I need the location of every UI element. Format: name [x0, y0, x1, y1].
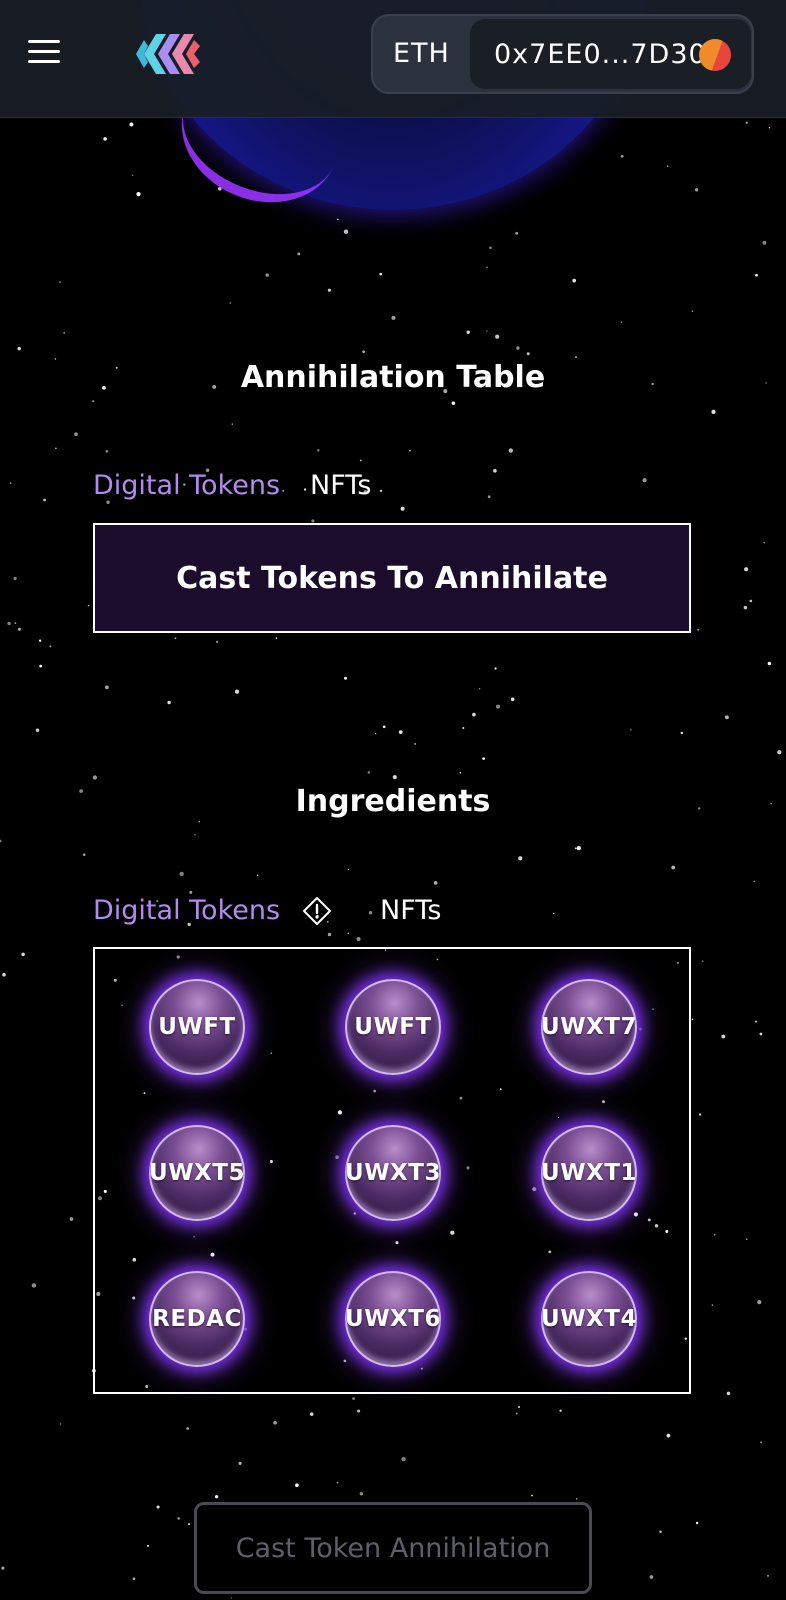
annihilation-table-title: Annihilation Table [240, 360, 546, 395]
geometric-logo-icon[interactable] [132, 28, 208, 80]
token-item[interactable]: UWXT6 [345, 1271, 441, 1367]
ingredients-tabs: Digital Tokens NFTs [93, 895, 441, 926]
token-label: UWXT7 [541, 1014, 637, 1040]
wallet-address-text: 0x7EE0...7D30 [494, 39, 707, 70]
token-item[interactable]: UWXT4 [541, 1271, 637, 1367]
token-item[interactable]: UWXT5 [149, 1125, 245, 1221]
ingredients-title: Ingredients [295, 784, 491, 819]
tab-ingredients-digital-tokens[interactable]: Digital Tokens [93, 895, 280, 926]
token-item[interactable]: REDAC [149, 1271, 245, 1367]
token-label: UWFT [158, 1014, 236, 1040]
wallet-avatar-icon [699, 39, 731, 71]
ingredients-grid: UWFT UWFT UWXT7 UWXT5 UWXT3 UWXT1 REDAC … [93, 947, 691, 1394]
warning-diamond-icon[interactable] [302, 896, 332, 926]
cast-token-annihilation-label: Cast Token Annihilation [235, 1532, 551, 1564]
wallet-address-button[interactable]: 0x7EE0...7D30 [469, 18, 752, 90]
token-item[interactable]: UWXT3 [345, 1125, 441, 1221]
token-item[interactable]: UWXT7 [541, 979, 637, 1075]
cast-tokens-dropzone[interactable]: Cast Tokens To Annihilate [93, 523, 691, 633]
token-label: UWFT [354, 1014, 432, 1040]
token-label: UWXT1 [541, 1160, 637, 1186]
token-label: UWXT5 [149, 1160, 245, 1186]
token-item[interactable]: UWFT [345, 979, 441, 1075]
token-label: UWXT3 [345, 1160, 441, 1186]
token-label: UWXT6 [345, 1306, 441, 1332]
token-label: UWXT4 [541, 1306, 637, 1332]
annihilation-tabs: Digital Tokens NFTs [93, 470, 371, 501]
token-item[interactable]: UWFT [149, 979, 245, 1075]
app-stage: ETH 0x7EE0...7D30 Annihilation Table Dig… [0, 0, 786, 1600]
tab-ingredients-nfts[interactable]: NFTs [380, 895, 441, 926]
tab-nfts[interactable]: NFTs [310, 470, 371, 501]
top-navigation-bar: ETH 0x7EE0...7D30 [0, 0, 786, 118]
cast-tokens-dropzone-label: Cast Tokens To Annihilate [176, 560, 608, 596]
network-selector[interactable]: ETH [393, 16, 450, 92]
wallet-widget: ETH 0x7EE0...7D30 [371, 14, 754, 94]
token-label: REDAC [152, 1306, 242, 1332]
hamburger-menu-icon[interactable] [28, 40, 60, 66]
token-item[interactable]: UWXT1 [541, 1125, 637, 1221]
tab-digital-tokens[interactable]: Digital Tokens [93, 470, 280, 501]
cast-token-annihilation-button[interactable]: Cast Token Annihilation [194, 1502, 592, 1594]
